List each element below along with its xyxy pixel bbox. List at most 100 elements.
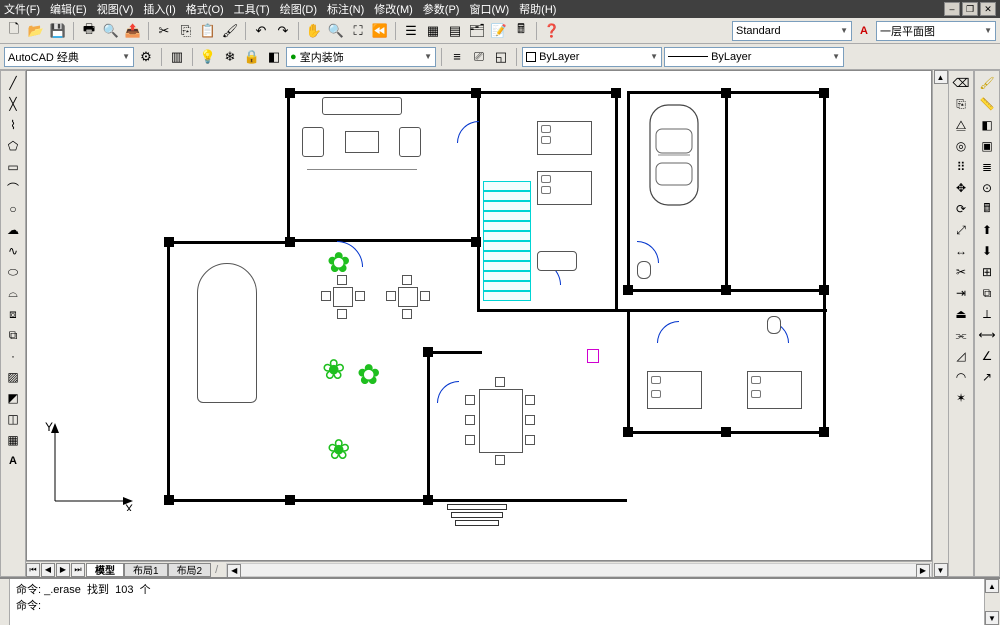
revcloud-icon[interactable]: ☁: [2, 220, 24, 240]
copy-obj-icon[interactable]: ⎘: [950, 94, 972, 114]
viewport-icon[interactable]: ⊞: [976, 262, 998, 282]
layer-manager-icon[interactable]: ▥: [167, 47, 187, 67]
tab-last-icon[interactable]: ⏭: [71, 563, 85, 577]
sheet-set-icon[interactable]: 🗂: [467, 21, 487, 41]
chamfer-icon[interactable]: ◿: [950, 346, 972, 366]
polyline-icon[interactable]: ⌇: [2, 115, 24, 135]
text-style-dropdown[interactable]: Standard ▼: [732, 21, 852, 41]
menu-parametric[interactable]: 参数(P): [423, 1, 460, 17]
constraint-icon[interactable]: ⟂: [976, 304, 998, 324]
offset-icon[interactable]: ◎: [950, 136, 972, 156]
tab-prev-icon[interactable]: ◀: [41, 563, 55, 577]
calc-icon[interactable]: 🖩: [511, 21, 531, 41]
fillet-icon[interactable]: ◠: [950, 367, 972, 387]
open-icon[interactable]: 📂: [26, 21, 46, 41]
bring-front-icon[interactable]: ⬆: [976, 220, 998, 240]
menu-help[interactable]: 帮助(H): [519, 1, 556, 17]
menu-window[interactable]: 窗口(W): [469, 1, 509, 17]
layer-prev-icon[interactable]: ≡: [447, 47, 467, 67]
vscrollbar[interactable]: ▲ ▼: [932, 70, 948, 577]
workspace-dropdown[interactable]: AutoCAD 经典 ▼: [4, 47, 134, 67]
undo-icon[interactable]: ↶: [251, 21, 271, 41]
hatch-icon[interactable]: ▨: [2, 367, 24, 387]
pan-icon[interactable]: ✋: [304, 21, 324, 41]
current-layer-dropdown[interactable]: ● 室内装饰 ▼: [286, 47, 436, 67]
layer-lock-icon[interactable]: 🔒: [242, 47, 262, 67]
ellipse-icon[interactable]: ⬭: [2, 262, 24, 282]
arc-icon[interactable]: ⌒: [2, 178, 24, 198]
insert-block-icon[interactable]: ⧈: [2, 304, 24, 324]
trim-icon[interactable]: ✂: [950, 262, 972, 282]
menu-modify[interactable]: 修改(M): [374, 1, 413, 17]
design-center-icon[interactable]: ▦: [423, 21, 443, 41]
gradient-icon[interactable]: ◩: [2, 388, 24, 408]
publish-icon[interactable]: 📤: [123, 21, 143, 41]
explode-icon[interactable]: ✶: [950, 388, 972, 408]
textstyle-a-icon[interactable]: A: [854, 21, 874, 41]
dim-linear-icon[interactable]: ⟷: [976, 325, 998, 345]
extend-icon[interactable]: ⇥: [950, 283, 972, 303]
lineweight-dropdown[interactable]: ByLayer ▼: [664, 47, 844, 67]
cut-icon[interactable]: ✂: [154, 21, 174, 41]
table-icon[interactable]: ▦: [2, 430, 24, 450]
quickcalc-icon[interactable]: 🖩: [976, 199, 998, 219]
menu-dimension[interactable]: 标注(N): [327, 1, 364, 17]
tool-palette-icon[interactable]: ▤: [445, 21, 465, 41]
print-icon[interactable]: 🖶: [79, 21, 99, 41]
dim-angular-icon[interactable]: ∠: [976, 346, 998, 366]
id-icon[interactable]: ⊙: [976, 178, 998, 198]
tab-layout1[interactable]: 布局1: [124, 563, 168, 577]
layer-state-icon[interactable]: ⎚: [469, 47, 489, 67]
copy-icon[interactable]: ⎘: [176, 21, 196, 41]
brush-icon[interactable]: 🖌: [976, 73, 998, 93]
join-icon[interactable]: ⫘: [950, 325, 972, 345]
menu-view[interactable]: 视图(V): [97, 1, 134, 17]
layer-freeze-icon[interactable]: ❄: [220, 47, 240, 67]
make-block-icon[interactable]: ⧉: [2, 325, 24, 345]
menu-edit[interactable]: 编辑(E): [50, 1, 87, 17]
redo-icon[interactable]: ↷: [273, 21, 293, 41]
point-icon[interactable]: ·: [2, 346, 24, 366]
erase-icon[interactable]: ⌫: [950, 73, 972, 93]
send-back-icon[interactable]: ⬇: [976, 241, 998, 261]
stretch-icon[interactable]: ↔: [950, 241, 972, 261]
dim-style-dropdown[interactable]: 一层平面图 ▼: [876, 21, 996, 41]
area-icon[interactable]: ◧: [976, 115, 998, 135]
draworder-icon[interactable]: ⧉: [976, 283, 998, 303]
array-icon[interactable]: ⠿: [950, 157, 972, 177]
markup-icon[interactable]: 📝: [489, 21, 509, 41]
preview-icon[interactable]: 🔍: [101, 21, 121, 41]
command-window[interactable]: 命令: _.erase 找到 103 个 命令: ▲ ▼: [0, 577, 1000, 625]
polygon-icon[interactable]: ⬠: [2, 136, 24, 156]
region-mass-icon[interactable]: ▣: [976, 136, 998, 156]
menu-format[interactable]: 格式(O): [186, 1, 224, 17]
region-icon[interactable]: ◫: [2, 409, 24, 429]
zoom-prev-icon[interactable]: ⏪: [370, 21, 390, 41]
hscrollbar[interactable]: ◀ ▶: [226, 563, 932, 577]
bylayer-color-dropdown[interactable]: ByLayer ▼: [522, 47, 662, 67]
menu-tools[interactable]: 工具(T): [234, 1, 270, 17]
move-icon[interactable]: ✥: [950, 178, 972, 198]
workspace-gear-icon[interactable]: ⚙: [136, 47, 156, 67]
scale-icon[interactable]: ⤢: [950, 220, 972, 240]
drawing-canvas[interactable]: Y X: [26, 70, 932, 561]
mirror-icon[interactable]: ⧋: [950, 115, 972, 135]
menu-insert[interactable]: 插入(I): [143, 1, 175, 17]
zoom-window-icon[interactable]: ⛶: [348, 21, 368, 41]
tab-layout2[interactable]: 布局2: [168, 563, 212, 577]
layer-off-icon[interactable]: 💡: [198, 47, 218, 67]
ellipse-arc-icon[interactable]: ⌓: [2, 283, 24, 303]
line-icon[interactable]: ╱: [2, 73, 24, 93]
tab-model[interactable]: 模型: [86, 563, 124, 577]
tab-first-icon[interactable]: ⏮: [26, 563, 40, 577]
close-button[interactable]: ✕: [980, 2, 996, 16]
command-vscroll[interactable]: ▲ ▼: [984, 579, 1000, 625]
leader-icon[interactable]: ↗: [976, 367, 998, 387]
command-text[interactable]: 命令: _.erase 找到 103 个 命令:: [10, 579, 984, 625]
new-icon[interactable]: 🗋: [4, 21, 24, 41]
list-icon[interactable]: ≣: [976, 157, 998, 177]
distance-icon[interactable]: 📏: [976, 94, 998, 114]
properties-icon[interactable]: ☰: [401, 21, 421, 41]
zoom-realtime-icon[interactable]: 🔍: [326, 21, 346, 41]
restore-button[interactable]: ❐: [962, 2, 978, 16]
